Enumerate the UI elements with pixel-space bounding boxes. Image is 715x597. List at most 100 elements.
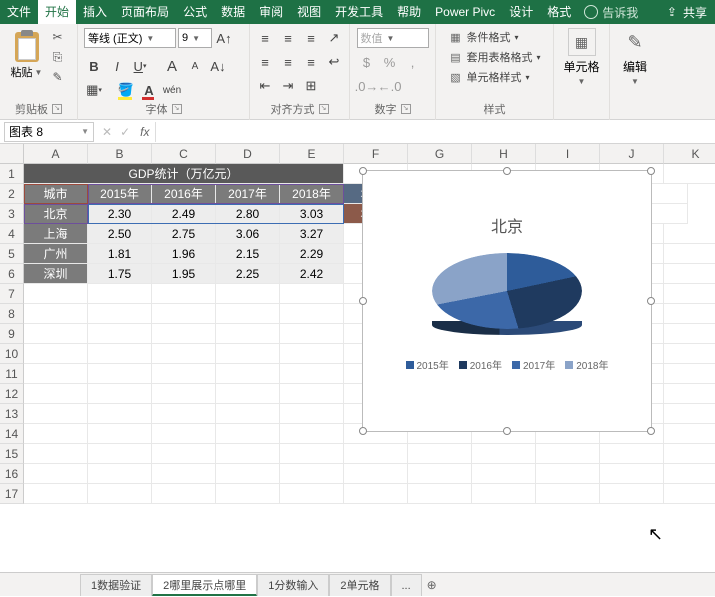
cell[interactable] — [216, 444, 280, 464]
cell[interactable] — [664, 484, 715, 504]
conditional-format-button[interactable]: ▦条件格式▾ — [448, 28, 540, 46]
cell[interactable] — [88, 384, 152, 404]
cell[interactable] — [280, 484, 344, 504]
cell[interactable] — [152, 344, 216, 364]
cell[interactable] — [88, 404, 152, 424]
cell[interactable] — [216, 424, 280, 444]
cell[interactable]: 3.06 — [216, 224, 280, 244]
cell[interactable]: 2.42 — [280, 264, 344, 284]
align-center-icon[interactable]: ≡ — [278, 52, 298, 72]
cell[interactable]: 上海 — [24, 224, 88, 244]
cell[interactable] — [216, 284, 280, 304]
cell[interactable]: 深圳 — [24, 264, 88, 284]
cell[interactable] — [88, 284, 152, 304]
cell[interactable] — [24, 304, 88, 324]
cell[interactable] — [280, 324, 344, 344]
row-header[interactable]: 12 — [0, 384, 24, 404]
col-header[interactable]: F — [344, 144, 408, 164]
tab-format[interactable]: 格式 — [540, 0, 578, 24]
cell[interactable] — [88, 364, 152, 384]
formula-input[interactable] — [155, 122, 715, 142]
tab-help[interactable]: 帮助 — [390, 0, 428, 24]
tab-review[interactable]: 审阅 — [252, 0, 290, 24]
col-header[interactable]: E — [280, 144, 344, 164]
row-header[interactable]: 9 — [0, 324, 24, 344]
row-header[interactable]: 16 — [0, 464, 24, 484]
row-header[interactable]: 6 — [0, 264, 24, 284]
cell[interactable] — [24, 384, 88, 404]
cell[interactable] — [536, 444, 600, 464]
row-header[interactable]: 8 — [0, 304, 24, 324]
resize-handle-s[interactable] — [503, 427, 511, 435]
resize-handle-nw[interactable] — [359, 167, 367, 175]
comma-icon[interactable]: , — [403, 52, 423, 72]
cell[interactable] — [280, 464, 344, 484]
align-top-icon[interactable]: ≡ — [255, 28, 275, 48]
cell[interactable] — [216, 364, 280, 384]
row-header[interactable]: 2 — [0, 184, 24, 204]
fx-icon[interactable]: fx — [140, 125, 149, 139]
cell[interactable] — [88, 344, 152, 364]
cut-icon[interactable]: ✂ — [49, 28, 67, 46]
align-middle-icon[interactable]: ≡ — [278, 28, 298, 48]
tab-file[interactable]: 文件 — [0, 0, 38, 24]
new-sheet-button[interactable]: ⊕ — [422, 578, 442, 592]
wrap-icon[interactable]: ↩ — [324, 52, 344, 72]
font-small-icon[interactable]: A — [185, 56, 205, 76]
resize-handle-se[interactable] — [647, 427, 655, 435]
copy-icon[interactable]: ⎘ — [49, 48, 67, 66]
cells-button[interactable]: ▦单元格▼ — [560, 28, 604, 86]
cell[interactable] — [216, 304, 280, 324]
cell[interactable] — [664, 424, 715, 444]
col-header[interactable]: I — [536, 144, 600, 164]
cell[interactable]: 1.81 — [88, 244, 152, 264]
cell[interactable] — [664, 404, 715, 424]
cell[interactable] — [408, 444, 472, 464]
align-right-icon[interactable]: ≡ — [301, 52, 321, 72]
col-header[interactable]: K — [664, 144, 715, 164]
col-header[interactable]: H — [472, 144, 536, 164]
cell[interactable] — [664, 164, 715, 184]
cell[interactable] — [600, 444, 664, 464]
cell[interactable] — [24, 324, 88, 344]
col-header[interactable]: D — [216, 144, 280, 164]
cell[interactable] — [472, 484, 536, 504]
tab-dev[interactable]: 开发工具 — [328, 0, 390, 24]
row-header[interactable]: 1 — [0, 164, 24, 184]
cell[interactable] — [280, 384, 344, 404]
row-header[interactable]: 15 — [0, 444, 24, 464]
cell[interactable] — [152, 384, 216, 404]
cell[interactable] — [216, 484, 280, 504]
cell[interactable] — [664, 324, 715, 344]
cell[interactable] — [152, 404, 216, 424]
cell[interactable] — [472, 444, 536, 464]
format-painter-icon[interactable]: ✎ — [49, 68, 67, 86]
indent-dec-icon[interactable]: ⇤ — [255, 76, 275, 96]
cell[interactable] — [152, 324, 216, 344]
cell[interactable] — [280, 364, 344, 384]
row-header[interactable]: 14 — [0, 424, 24, 444]
dec-decimal-icon[interactable]: ←.0 — [380, 76, 400, 96]
cell[interactable] — [216, 344, 280, 364]
cell[interactable] — [24, 464, 88, 484]
resize-handle-sw[interactable] — [359, 427, 367, 435]
cell[interactable] — [152, 304, 216, 324]
paste-icon[interactable] — [11, 28, 43, 64]
cell[interactable] — [664, 384, 715, 404]
cell[interactable] — [536, 464, 600, 484]
cell[interactable] — [24, 444, 88, 464]
cell[interactable] — [88, 424, 152, 444]
cell[interactable] — [280, 424, 344, 444]
font-size-select[interactable]: 9▼ — [178, 28, 212, 48]
italic-button[interactable]: I — [107, 56, 127, 76]
cell[interactable]: GDP统计（万亿元） — [24, 164, 344, 184]
cell[interactable] — [88, 484, 152, 504]
increase-font-icon[interactable]: A↑ — [214, 28, 234, 48]
cell[interactable] — [152, 364, 216, 384]
col-header[interactable]: G — [408, 144, 472, 164]
editing-button[interactable]: ✎编辑▼ — [613, 28, 657, 86]
fill-color-icon[interactable]: 🪣 — [116, 80, 136, 100]
sheet-tab-4[interactable]: 2单元格 — [329, 574, 390, 596]
cell[interactable] — [664, 304, 715, 324]
cell[interactable] — [88, 304, 152, 324]
